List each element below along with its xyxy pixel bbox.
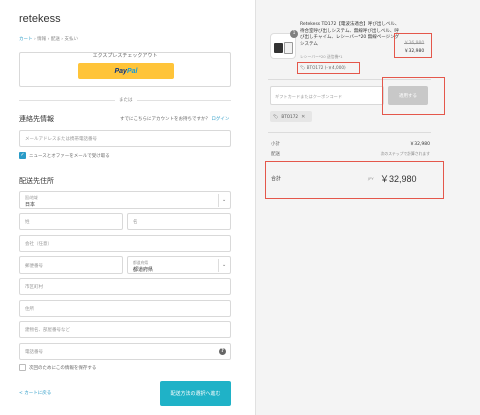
product-variant: レシーバー*20 送信機*1 xyxy=(300,54,343,59)
checkout-form-panel: retekess カート › 情報 › 配送 › 支払い エクスプレスチェックア… xyxy=(0,0,255,415)
gift-card-input[interactable]: ギフトカードまたはクーポンコード xyxy=(270,86,384,105)
first-name-placeholder: 名 xyxy=(133,220,138,225)
product-discount: 🏷 BTO172 (-￥4,000) xyxy=(300,65,346,71)
help-icon[interactable]: ? xyxy=(219,348,226,355)
address-placeholder: 住所 xyxy=(25,307,34,312)
shipping-value: 次のステップで計算されます xyxy=(380,151,430,156)
order-summary-panel xyxy=(255,0,480,415)
login-link[interactable]: ログイン xyxy=(211,117,229,122)
total-currency: JPY xyxy=(368,176,374,181)
apply-button[interactable]: 適用する xyxy=(388,86,428,105)
breadcrumb: カート › 情報 › 配送 › 支払い xyxy=(19,36,78,42)
newsletter-checkbox[interactable]: ✓ xyxy=(19,152,26,159)
chevron-down-icon: ⌄ xyxy=(222,262,227,268)
summary-divider xyxy=(268,132,431,133)
building-placeholder: 建物名、部屋番号など xyxy=(25,328,70,333)
email-field[interactable]: メールアドレスまたは携帯電話番号 xyxy=(19,130,231,147)
gift-card-placeholder: ギフトカードまたはクーポンコード xyxy=(275,94,343,99)
product-discount-text: BTO172 (-￥4,000) xyxy=(306,65,346,70)
tag-icon: 🏷 xyxy=(300,65,306,70)
subtotal-value: ￥32,980 xyxy=(409,142,430,147)
postal-code-field[interactable]: 郵便番号 xyxy=(19,256,123,274)
country-select[interactable]: 国/地域 日本 ⌄ xyxy=(19,191,231,209)
applied-discount-tag: 🏷 BTO172 ✕ xyxy=(270,111,312,122)
save-info-checkbox[interactable] xyxy=(19,364,26,371)
select-divider xyxy=(218,259,219,272)
contact-heading: 連絡先情報 xyxy=(19,116,54,123)
paypal-pal-text: Pal xyxy=(126,67,138,75)
city-placeholder: 市区町村 xyxy=(25,285,43,290)
breadcrumb-cart[interactable]: カート xyxy=(19,37,33,42)
building-field[interactable]: 建物名、部屋番号など xyxy=(19,321,231,338)
city-field[interactable]: 市区町村 xyxy=(19,278,231,295)
select-divider xyxy=(218,194,219,207)
paypal-button[interactable]: Pay Pal xyxy=(78,63,174,79)
breadcrumb-shipping: 配送 xyxy=(50,37,60,42)
prefecture-value: 都道府県 xyxy=(133,267,154,273)
account-prompt-text: すでにこちらにアカウントをお持ちですか？ xyxy=(120,117,210,122)
remove-discount-icon[interactable]: ✕ xyxy=(301,114,305,120)
total-highlight xyxy=(265,161,444,199)
express-checkout-title: エクスプレスチェックアウト xyxy=(92,53,158,59)
quantity-badge: 1 xyxy=(290,30,298,38)
shipping-heading: 配送先住所 xyxy=(19,178,54,185)
newsletter-label: ニュースとオファーをメールで受け取る xyxy=(29,154,110,159)
phone-field[interactable]: 電話番号 ? xyxy=(19,343,231,360)
checkout-page: retekess カート › 情報 › 配送 › 支払い エクスプレスチェックア… xyxy=(0,0,480,415)
product-transmitter-image xyxy=(284,42,293,54)
paypal-pay-text: Pay xyxy=(114,67,127,75)
total-value: ￥32,980 xyxy=(380,174,417,184)
discounted-price: ￥32,980 xyxy=(404,49,425,54)
continue-to-shipping-button[interactable]: 配送方法の選択へ進む xyxy=(160,381,231,406)
account-prompt: すでにこちらにアカウントをお持ちですか？ ログイン xyxy=(120,116,229,122)
address-field[interactable]: 住所 xyxy=(19,300,231,317)
original-price: ￥36,980 xyxy=(404,41,425,46)
store-logo[interactable]: retekess xyxy=(19,13,61,25)
applied-code: BTO172 xyxy=(281,114,299,119)
chevron-down-icon: ⌄ xyxy=(222,197,227,203)
company-placeholder: 会社（任意） xyxy=(25,242,52,247)
breadcrumb-payment: 支払い xyxy=(64,37,79,42)
company-field[interactable]: 会社（任意） xyxy=(19,235,231,252)
last-name-field[interactable]: 姓 xyxy=(19,213,123,230)
shipping-label: 配送 xyxy=(271,152,280,157)
subtotal-label: 小計 xyxy=(271,142,280,147)
postal-code-placeholder: 郵便番号 xyxy=(25,264,43,269)
or-text: または xyxy=(115,97,137,103)
breadcrumb-information: 情報 xyxy=(37,37,47,42)
total-label: 合計 xyxy=(271,176,282,182)
last-name-placeholder: 姓 xyxy=(25,220,30,225)
first-name-field[interactable]: 名 xyxy=(127,213,231,230)
back-to-cart-link[interactable]: < カートに戻る xyxy=(19,390,51,396)
product-receiver-image xyxy=(274,43,283,53)
prefecture-select[interactable]: 都道府県 都道府県 ⌄ xyxy=(127,256,231,274)
email-placeholder: メールアドレスまたは携帯電話番号 xyxy=(25,137,97,142)
phone-placeholder: 電話番号 xyxy=(25,350,43,355)
product-name: Retekess TD172【電波法適合】呼び出しベル、待合室呼び出しシステム、… xyxy=(300,22,400,47)
tag-icon: 🏷 xyxy=(273,113,279,119)
save-info-label: 次回のためにこの情報を保存する xyxy=(29,366,97,371)
country-value: 日本 xyxy=(25,202,36,208)
